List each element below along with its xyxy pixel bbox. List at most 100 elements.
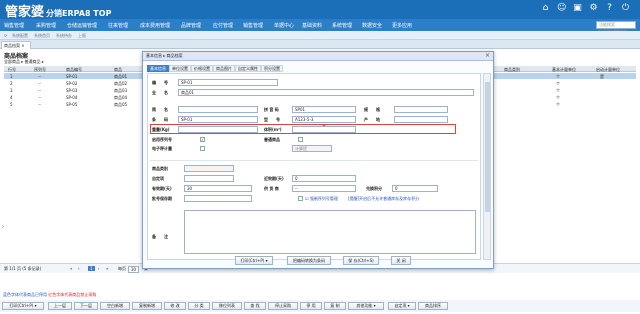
reminder-link[interactable]: [提醒]开启后不允许普通库存及库存积分 — [348, 196, 419, 202]
dialog-print-button[interactable]: 打印(Ctrl+P) ▾ — [235, 256, 273, 265]
save-button[interactable]: 保 存(Ctrl+S) — [343, 256, 379, 265]
brand-logo: 管家婆 分销ERPA8 TOP — [5, 5, 112, 20]
menu-item[interactable]: 应付管理 — [213, 22, 233, 29]
per-page-input[interactable]: 30 — [128, 266, 140, 273]
remark-label: 备 注 — [152, 234, 168, 239]
menu-item[interactable]: 基础资料 — [302, 22, 322, 29]
bottom-toolbar: 打印(Ctrl+P) ▾ 上一层 下一层 空白新增 复制新增 修 改 分 类 移… — [0, 300, 640, 312]
short-name-label: 简 名 — [152, 107, 168, 112]
basic-info-form: 编 号 SP-01 全 名 商品01 简 名 拼 音 码 SP01 规 格 条 … — [147, 73, 481, 260]
barcode-input[interactable]: SP-01 — [178, 116, 258, 123]
tax-type-select[interactable]: 计算提 — [292, 145, 332, 152]
scrollbar-thumb[interactable] — [485, 82, 490, 212]
custom-input[interactable] — [184, 175, 234, 182]
new-blank-button[interactable]: 空白新增 — [100, 302, 130, 310]
short-name-input[interactable] — [178, 106, 258, 113]
menu-item[interactable]: 品牌管理 — [181, 22, 201, 29]
dialog-scrollbar[interactable] — [483, 73, 491, 260]
tab-custom-attr[interactable]: 自定义属性 — [235, 65, 261, 72]
origin-label: 产 地 — [364, 117, 380, 122]
force-serial-checkbox[interactable] — [298, 196, 303, 201]
force-serial-label: ☑ 强制序列号管理 — [305, 196, 338, 201]
full-name-input[interactable]: 商品01 — [178, 89, 474, 96]
next-page-button[interactable]: › — [98, 266, 100, 271]
remark-textarea[interactable] — [184, 210, 476, 254]
volume-input[interactable] — [292, 126, 356, 133]
copy-new-button[interactable]: 复制新增 — [132, 302, 162, 310]
power-icon[interactable]: ⏻ — [621, 4, 630, 13]
last-page-button[interactable]: » — [106, 266, 108, 271]
tab-points[interactable]: 积分设置 — [261, 65, 283, 72]
close-icon[interactable]: × — [485, 53, 490, 59]
menu-item[interactable]: 系统管理 — [332, 22, 352, 29]
origin-input[interactable] — [394, 116, 448, 123]
tab-unit-settings[interactable]: 单位设置 — [169, 65, 191, 72]
model-input[interactable]: A123-5-3 — [292, 116, 356, 123]
custom-label: 自定项 — [152, 176, 164, 181]
normal-goods-checkbox[interactable] — [298, 137, 303, 142]
shelf-life-input[interactable]: 30 — [184, 185, 252, 192]
expand-triangle-icon[interactable]: › — [2, 224, 4, 230]
warn-days-input[interactable]: 0 — [292, 175, 356, 182]
menu-item[interactable]: 数据安全 — [362, 22, 382, 29]
stop-purchase-button[interactable]: 停止采购 — [268, 302, 298, 310]
print-button[interactable]: 打印(Ctrl+P) ▾ — [2, 302, 44, 310]
help-icon[interactable]: ? — [605, 4, 614, 13]
menu-item[interactable]: 往来管理 — [108, 22, 128, 29]
copy-button[interactable]: 复 制 — [324, 302, 346, 310]
tab-price-settings[interactable]: 价格设置 — [191, 65, 213, 72]
level-up-button[interactable]: 上一层 — [48, 302, 72, 310]
weight-label: 重量(Kg) — [152, 127, 170, 132]
min-days-input[interactable] — [184, 195, 252, 202]
spec-input[interactable] — [394, 106, 448, 113]
points-input[interactable]: 0 — [392, 185, 438, 192]
breadcrumb-item[interactable]: 系统配置 — [12, 33, 28, 39]
breadcrumb-item[interactable]: 系统首页 — [34, 33, 50, 39]
level-down-button[interactable]: 下一层 — [74, 302, 98, 310]
refresh-icon[interactable]: ⟳ — [4, 33, 7, 38]
pinyin-label: 拼 音 码 — [264, 107, 279, 112]
edit-button[interactable]: 修 改 — [164, 302, 186, 310]
code-input[interactable]: SP-01 — [178, 79, 278, 86]
menu-item[interactable]: 采购管理 — [36, 22, 56, 29]
menu-item[interactable]: 仓储运输管理 — [67, 22, 97, 29]
supplier-input[interactable]: -- — [292, 185, 356, 192]
home-icon[interactable]: ⌂ — [541, 4, 550, 13]
category-button[interactable]: 分 类 — [188, 302, 210, 310]
tab-goods-archive[interactable]: 商品档案 × — [1, 41, 31, 49]
move-list-button[interactable]: 移位列表 — [212, 302, 242, 310]
prev-page-button[interactable]: ‹ — [78, 266, 80, 271]
breadcrumb-item[interactable]: 上报 — [78, 33, 86, 39]
menu-item[interactable]: 成本费用管理 — [140, 22, 170, 29]
serial-checkbox[interactable]: ✓ — [200, 137, 205, 142]
user-icon[interactable]: ☺ — [557, 4, 566, 13]
menu-item[interactable]: 销售管理 — [243, 22, 263, 29]
menu-item[interactable]: 销售管理 — [4, 22, 24, 29]
disable-button[interactable]: 停 用 — [300, 302, 322, 310]
barcode-label: 条 码 — [152, 117, 168, 122]
pinyin-input[interactable]: SP01 — [292, 106, 356, 113]
app-header: 管家婆 分销ERPA8 TOP ⌂ ☺ ▣ ⚙ ? ⏻ — [0, 0, 640, 20]
custom-items-button[interactable]: 自定项 ▾ — [388, 302, 416, 310]
category-filter[interactable]: 全部商品 ▸ 普通商品 ▸ — [4, 59, 44, 65]
weight-input[interactable] — [178, 126, 258, 133]
find-button[interactable]: 查 找 — [244, 302, 266, 310]
tab-goods-image[interactable]: 商品图片 — [213, 65, 235, 72]
other-functions-button[interactable]: 其他功能 ▾ — [348, 302, 384, 310]
first-page-button[interactable]: « — [70, 266, 72, 271]
lock-icon[interactable]: ▣ — [573, 4, 582, 13]
code-to-barcode-button[interactable]: 把编码转换为条码 — [287, 256, 331, 265]
current-page[interactable]: 1 — [88, 266, 95, 271]
scale-checkbox[interactable] — [200, 146, 205, 151]
tab-basic-info[interactable]: 基本信息 — [147, 65, 169, 72]
full-name-label: 全 名 — [152, 90, 168, 95]
menu-item[interactable]: 更多应用 — [392, 22, 412, 29]
function-search-input[interactable]: 功能搜索(Ctrl+Shift+F) — [596, 21, 636, 33]
menu-item[interactable]: 单据中心 — [274, 22, 294, 29]
category-select[interactable] — [184, 165, 234, 172]
breadcrumb-item[interactable]: 系统待办 — [56, 33, 72, 39]
settings-icon[interactable]: ⚙ — [589, 4, 598, 13]
close-button[interactable]: 关 闭 — [391, 256, 411, 265]
supplier-label: 供 货 商 — [264, 186, 279, 191]
sort-goods-button[interactable]: 商品排序 — [418, 302, 448, 310]
